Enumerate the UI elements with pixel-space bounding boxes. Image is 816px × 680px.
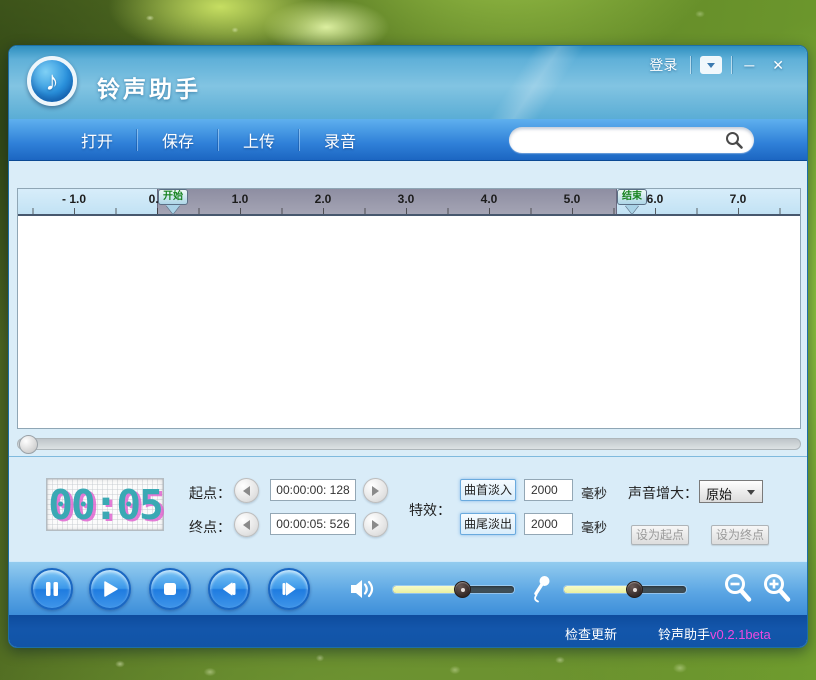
arrow-left-icon (243, 486, 250, 496)
ruler-tick-label: 4.0 (481, 192, 498, 206)
arrow-right-icon (372, 520, 379, 530)
step-back-button[interactable] (208, 568, 250, 610)
ruler-tick-label: 7.0 (730, 192, 747, 206)
divider (731, 56, 732, 74)
set-start-button[interactable]: 设为起点 (631, 525, 689, 545)
volume-slider-knob[interactable] (454, 581, 471, 598)
step-back-icon (220, 580, 238, 598)
arrow-right-icon (372, 486, 379, 496)
control-panel: 00:05 起点： 终点： 特效： 曲首淡入 毫秒 曲尾淡出 (9, 456, 807, 561)
upload-button[interactable]: 上传 (219, 128, 299, 152)
mic-slider[interactable] (564, 586, 686, 593)
screen: ♪ 铃声助手 登录 ─ ✕ 打开 保存 上传 录音 (0, 0, 816, 680)
set-end-button[interactable]: 设为终点 (711, 525, 769, 545)
divider (690, 56, 691, 74)
toolbar: 打开 保存 上传 录音 (9, 119, 807, 161)
end-marker[interactable]: 结束 (617, 189, 647, 205)
volume-boost-dropdown[interactable]: 原始 (699, 480, 763, 503)
ruler-tick-label: 6.0 (647, 192, 664, 206)
play-button[interactable] (89, 568, 131, 610)
arrow-left-icon (243, 520, 250, 530)
end-time-input[interactable] (270, 513, 356, 535)
waveform-canvas[interactable] (18, 216, 800, 428)
player-bar (9, 561, 807, 615)
close-button[interactable]: ✕ (763, 57, 793, 74)
start-point-label: 起点： (189, 483, 231, 503)
fade-out-ms-input[interactable] (524, 513, 573, 535)
step-forward-button[interactable] (268, 568, 310, 610)
end-increase-button[interactable] (363, 512, 388, 537)
pause-button[interactable] (31, 568, 73, 610)
version-app-name: 铃声助手 (658, 627, 710, 642)
app-logo-icon: ♪ (27, 56, 77, 106)
search-box (509, 127, 754, 153)
ruler-ticks (18, 208, 800, 214)
record-button[interactable]: 录音 (300, 128, 380, 152)
volume-slider-fill (393, 586, 462, 593)
volume-boost-label: 声音增大： (628, 483, 698, 503)
title-bar[interactable]: ♪ 铃声助手 登录 ─ ✕ (9, 46, 807, 119)
status-bar: 检查更新 铃声助手v0.2.1beta (9, 615, 807, 648)
ms-unit-label: 毫秒 (581, 517, 607, 536)
stop-button[interactable] (149, 568, 191, 610)
microphone-icon[interactable] (530, 574, 552, 604)
speaker-icon[interactable] (349, 578, 377, 600)
end-point-label: 终点： (189, 517, 231, 537)
ruler-tick-label: 2.0 (315, 192, 332, 206)
ruler-tick-label: 5.0 (564, 192, 581, 206)
ruler-tick-label: 3.0 (398, 192, 415, 206)
save-button[interactable]: 保存 (138, 128, 218, 152)
start-increase-button[interactable] (363, 478, 388, 503)
login-button[interactable]: 登录 (639, 55, 687, 75)
effects-label: 特效： (409, 500, 451, 520)
pause-icon (43, 580, 61, 598)
timeline-ruler[interactable]: - 1.0 0.0 1.0 2.0 3.0 4.0 5.0 6.0 7.0 开始… (18, 189, 800, 216)
volume-slider[interactable] (393, 586, 514, 593)
time-display-digits: 00:05 (48, 481, 161, 529)
zoom-in-button[interactable] (761, 572, 795, 606)
main-menu-button[interactable] (700, 56, 722, 74)
stop-icon (161, 580, 179, 598)
editor-content: - 1.0 0.0 1.0 2.0 3.0 4.0 5.0 6.0 7.0 开始… (9, 161, 807, 456)
music-note-icon: ♪ (45, 66, 59, 97)
version-text: 铃声助手v0.2.1beta (658, 624, 771, 643)
mic-slider-knob[interactable] (626, 581, 643, 598)
mic-slider-fill (564, 586, 634, 593)
end-decrease-button[interactable] (234, 512, 259, 537)
window-controls: 登录 ─ ✕ (639, 54, 793, 76)
waveform-scrollbar[interactable] (17, 438, 801, 450)
start-marker[interactable]: 开始 (158, 189, 188, 205)
app-title: 铃声助手 (97, 70, 201, 104)
ruler-tick-label: - 1.0 (62, 192, 86, 206)
open-button[interactable]: 打开 (57, 128, 137, 152)
minimize-button[interactable]: ─ (735, 57, 763, 73)
fade-in-button[interactable]: 曲首淡入 (460, 479, 516, 501)
scrollbar-knob[interactable] (19, 435, 38, 454)
ruler-tick-label: 1.0 (232, 192, 249, 206)
search-input[interactable] (521, 129, 716, 151)
start-decrease-button[interactable] (234, 478, 259, 503)
play-icon (101, 580, 119, 598)
fade-out-button[interactable]: 曲尾淡出 (460, 513, 516, 535)
check-update-link[interactable]: 检查更新 (565, 624, 617, 643)
chevron-down-icon (747, 490, 755, 495)
volume-boost-value: 原始 (706, 484, 732, 503)
search-icon[interactable] (724, 130, 744, 150)
waveform-panel: - 1.0 0.0 1.0 2.0 3.0 4.0 5.0 6.0 7.0 开始… (17, 188, 801, 429)
chevron-down-icon (707, 63, 715, 68)
ms-unit-label: 毫秒 (581, 483, 607, 502)
time-display: 00:05 (46, 478, 164, 531)
app-window: ♪ 铃声助手 登录 ─ ✕ 打开 保存 上传 录音 (8, 45, 808, 648)
version-number: v0.2.1beta (710, 627, 771, 642)
zoom-out-button[interactable] (722, 572, 756, 606)
step-forward-icon (280, 580, 298, 598)
fade-in-ms-input[interactable] (524, 479, 573, 501)
start-time-input[interactable] (270, 479, 356, 501)
